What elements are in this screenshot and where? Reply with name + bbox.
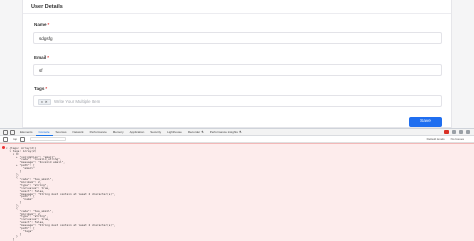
tab-sources[interactable]: Sources [53,129,70,136]
tab-recorder[interactable]: Recorder ⚗ [185,129,207,136]
gear-icon[interactable] [452,130,456,134]
save-button[interactable]: Save [409,117,442,127]
close-icon[interactable] [466,130,470,134]
tags-placeholder: Write Your Multiple Item [54,99,101,104]
required-mark: * [47,55,50,60]
devtools-tabs: Elements Console Sources Network Perform… [0,129,474,136]
error-count-icon[interactable] [444,130,449,134]
context-selector[interactable]: top [13,137,17,141]
app-window: User Details Name* sdgsfg Email* sf Tags… [0,0,474,128]
tab-performance-insights[interactable]: Performance insights ⚗ [207,129,245,136]
tab-security[interactable]: Security [147,129,164,136]
tags-field[interactable]: x ✕ Write Your Multiple Item [33,95,442,107]
tag-chip: x ✕ [38,99,51,105]
console-output: ▾ {tags: Array(2)} ▾ tags: Array(2) ▾ 0:… [0,143,474,241]
devtools-panel: Elements Console Sources Network Perform… [0,128,474,241]
console-toolbar: top Default levels No Issues [0,136,474,143]
toolbar-right: Default levels No Issues [427,137,464,141]
clear-console-icon[interactable] [3,136,8,142]
issues-link[interactable]: No Issues [451,137,464,141]
filter-input[interactable] [30,137,67,141]
devtools-controls [444,130,470,134]
tab-performance[interactable]: Performance [87,129,110,136]
name-label-text: Name [34,22,47,27]
tab-memory[interactable]: Memory [110,129,127,136]
tag-chip-label: x [41,100,43,104]
tab-elements[interactable]: Elements [17,129,36,136]
levels-dropdown[interactable]: Default levels [427,137,445,141]
error-icon [2,146,5,149]
email-label-text: Email [34,55,47,60]
tags-label-text: Tags [34,86,45,91]
more-icon[interactable] [459,130,463,134]
tab-application[interactable]: Application [127,129,148,136]
card-title: User Details [31,4,63,10]
name-value: sdgsfg [39,36,53,41]
card-divider [23,13,451,14]
user-details-card: User Details Name* sdgsfg Email* sf Tags… [22,0,452,128]
device-toggle-icon[interactable] [10,129,15,135]
email-label: Email* [34,55,49,60]
eye-icon[interactable] [20,136,26,142]
name-field[interactable]: sdgsfg [33,32,442,44]
email-field[interactable]: sf [33,64,442,76]
name-label: Name* [34,22,49,27]
console-line: ] [6,237,15,241]
tags-label: Tags* [34,86,47,91]
tab-network[interactable]: Network [70,129,87,136]
required-mark: * [45,86,48,91]
required-mark: * [47,22,50,27]
tab-lighthouse[interactable]: Lighthouse [164,129,185,136]
inspect-icon[interactable] [3,129,8,135]
close-icon[interactable]: ✕ [45,100,48,104]
email-value: sf [39,68,43,73]
tab-console[interactable]: Console [35,129,53,136]
